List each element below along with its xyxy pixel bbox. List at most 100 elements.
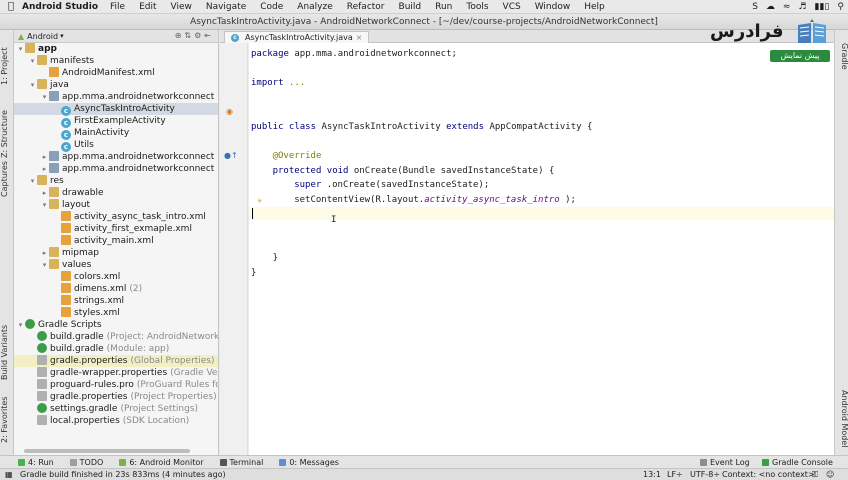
expand-arrow-icon[interactable]: ▾ bbox=[40, 199, 49, 211]
tree-item[interactable]: AndroidManifest.xml bbox=[14, 67, 218, 79]
menu-build[interactable]: Build bbox=[399, 2, 422, 12]
tree-item[interactable]: gradle-wrapper.properties(Gradle Versi bbox=[14, 367, 218, 379]
tree-item-label: activity_first_exmaple.xml bbox=[74, 224, 192, 234]
expand-arrow-icon[interactable]: ▾ bbox=[28, 79, 37, 91]
project-view-select[interactable]: Android bbox=[27, 32, 58, 41]
tree-item[interactable]: activity_async_task_intro.xml bbox=[14, 211, 218, 223]
menu-help[interactable]: Help bbox=[584, 2, 605, 12]
expand-arrow-icon[interactable]: ▾ bbox=[28, 175, 37, 187]
inspector-icon[interactable]: ☺ bbox=[826, 469, 834, 480]
tree-item[interactable]: ▾ app bbox=[14, 43, 218, 55]
tree-item[interactable]: gradle.properties (Global Properties) bbox=[14, 355, 218, 367]
tree-item[interactable]: ▾ layout bbox=[14, 199, 218, 211]
class-marker-icon[interactable]: ◉ bbox=[226, 107, 233, 116]
tool-android-monitor[interactable]: 6: Android Monitor bbox=[119, 458, 204, 467]
override-marker-icon[interactable]: ●↑ bbox=[224, 151, 238, 160]
expand-arrow-icon[interactable]: ▾ bbox=[28, 55, 37, 67]
expand-arrow-icon[interactable]: ▾ bbox=[16, 43, 25, 55]
tree-item[interactable]: dimens.xml (2) bbox=[14, 283, 218, 295]
collapse-arrow-icon[interactable]: ▸ bbox=[40, 187, 49, 199]
tree-item[interactable]: c Utils bbox=[14, 139, 218, 152]
tab-project[interactable]: 1: Project bbox=[0, 36, 14, 96]
tab-android-model[interactable]: Android Model bbox=[835, 388, 848, 450]
status-panel-icon[interactable]: ▦ bbox=[5, 469, 13, 480]
tree-item[interactable]: c FirstExampleActivity bbox=[14, 115, 218, 128]
tree-item[interactable]: styles.xml bbox=[14, 307, 218, 319]
lock-icon[interactable]: ⚿ bbox=[812, 469, 818, 480]
android-monitor-icon bbox=[119, 458, 127, 466]
menu-refactor[interactable]: Refactor bbox=[347, 2, 385, 12]
chevron-down-icon[interactable]: ▾ bbox=[60, 32, 64, 40]
editor-tab-async-task[interactable]: c AsyncTaskIntroActivity.java × bbox=[224, 31, 370, 43]
tree-item[interactable]: ▾ manifests bbox=[14, 55, 218, 67]
menu-vcs[interactable]: VCS bbox=[503, 2, 521, 12]
menu-edit[interactable]: Edit bbox=[139, 2, 156, 12]
tree-item[interactable]: build.gradle (Module: app) bbox=[14, 343, 218, 355]
expand-arrow-icon[interactable]: ▾ bbox=[16, 319, 25, 331]
faradars-watermark: فرادرس پیش نمایش bbox=[708, 17, 830, 63]
status-message[interactable]: Gradle build finished in 23s 833ms (4 mi… bbox=[20, 469, 226, 480]
context-indicator[interactable]: Context: <no context> bbox=[722, 469, 815, 480]
close-icon[interactable]: × bbox=[356, 32, 363, 43]
tree-item[interactable]: c AsyncTaskIntroActivity bbox=[14, 103, 218, 116]
tree-item[interactable]: ▾ Gradle Scripts bbox=[14, 319, 218, 331]
tree-item[interactable]: activity_first_exmaple.xml bbox=[14, 223, 218, 235]
menu-tools[interactable]: Tools bbox=[466, 2, 488, 12]
line-separator[interactable]: LF÷ bbox=[667, 469, 683, 480]
tab-build-variants[interactable]: Build Variants bbox=[0, 322, 14, 382]
tool-run[interactable]: 4: Run bbox=[18, 458, 54, 467]
menu-navigate[interactable]: Navigate bbox=[206, 2, 246, 12]
tree-item[interactable]: ▸ app.mma.androidnetworkconnect(te bbox=[14, 163, 218, 175]
menu-file[interactable]: File bbox=[110, 2, 125, 12]
horizontal-scrollbar[interactable] bbox=[24, 449, 190, 453]
volume-icon[interactable]: ♬ bbox=[798, 2, 806, 12]
tab-gradle[interactable]: Gradle bbox=[835, 36, 848, 76]
code-editor[interactable]: package app.mma.androidnetworkconnect; im… bbox=[249, 43, 834, 455]
tab-captures[interactable]: Captures bbox=[0, 154, 14, 204]
tree-item[interactable]: settings.gradle (Project Settings) bbox=[14, 403, 218, 415]
menu-code[interactable]: Code bbox=[260, 2, 283, 12]
expand-arrow-icon[interactable]: ▾ bbox=[40, 91, 49, 103]
wifi-icon[interactable]: ≈ bbox=[783, 2, 791, 12]
tree-item-label: strings.xml bbox=[74, 296, 124, 306]
editor-gutter[interactable]: ◉ ●↑ bbox=[220, 43, 248, 455]
collapse-arrow-icon[interactable]: ▸ bbox=[40, 151, 49, 163]
menu-run[interactable]: Run bbox=[435, 2, 452, 12]
tree-item[interactable]: ▾ app.mma.androidnetworkconnect bbox=[14, 91, 218, 103]
tree-item[interactable]: ▸ drawable bbox=[14, 187, 218, 199]
current-line-highlight bbox=[249, 207, 834, 220]
tree-item[interactable]: proguard-rules.pro (ProGuard Rules fo bbox=[14, 379, 218, 391]
tree-item[interactable]: local.properties (SDK Location) bbox=[14, 415, 218, 427]
tree-item[interactable]: gradle.properties (Project Properties) bbox=[14, 391, 218, 403]
apple-icon[interactable]:  bbox=[0, 1, 22, 12]
tree-item[interactable]: ▸ app.mma.androidnetworkconnect(a bbox=[14, 151, 218, 163]
tool-messages[interactable]: 0: Messages bbox=[279, 458, 339, 467]
panel-tool-icons[interactable]: ⊕⇅⚙⇤ bbox=[175, 31, 214, 40]
tree-item[interactable]: c MainActivity bbox=[14, 127, 218, 140]
lightbulb-icon[interactable]: ☀ bbox=[257, 197, 262, 207]
cloud-icon[interactable]: ☁ bbox=[766, 2, 775, 12]
tool-todo[interactable]: TODO bbox=[69, 458, 103, 467]
tool-terminal[interactable]: Terminal bbox=[219, 458, 263, 467]
menu-analyze[interactable]: Analyze bbox=[297, 2, 332, 12]
expand-arrow-icon[interactable]: ▾ bbox=[40, 259, 49, 271]
tree-item[interactable]: colors.xml bbox=[14, 271, 218, 283]
tree-item[interactable]: ▾ res bbox=[14, 175, 218, 187]
tree-item[interactable]: build.gradle (Project: AndroidNetworkCo bbox=[14, 331, 218, 343]
collapse-arrow-icon[interactable]: ▸ bbox=[40, 163, 49, 175]
collapse-arrow-icon[interactable]: ▸ bbox=[40, 247, 49, 259]
file-encoding[interactable]: UTF-8÷ bbox=[690, 469, 720, 480]
menu-window[interactable]: Window bbox=[535, 2, 571, 12]
tab-favorites[interactable]: 2: Favorites bbox=[0, 392, 14, 448]
battery-icon[interactable]: ▮▮▯ bbox=[815, 2, 830, 12]
tree-item[interactable]: ▾ values bbox=[14, 259, 218, 271]
search-icon[interactable]: ⚲ bbox=[837, 2, 844, 12]
menu-view[interactable]: View bbox=[171, 2, 192, 12]
app-name[interactable]: Android Studio bbox=[22, 2, 98, 12]
tree-item[interactable]: activity_main.xml bbox=[14, 235, 218, 247]
s-icon[interactable]: S bbox=[752, 2, 758, 12]
tree-item[interactable]: strings.xml bbox=[14, 295, 218, 307]
tree-item[interactable]: ▸ mipmap bbox=[14, 247, 218, 259]
caret-position[interactable]: 13:1 bbox=[643, 469, 661, 480]
tree-item[interactable]: ▾ java bbox=[14, 79, 218, 91]
